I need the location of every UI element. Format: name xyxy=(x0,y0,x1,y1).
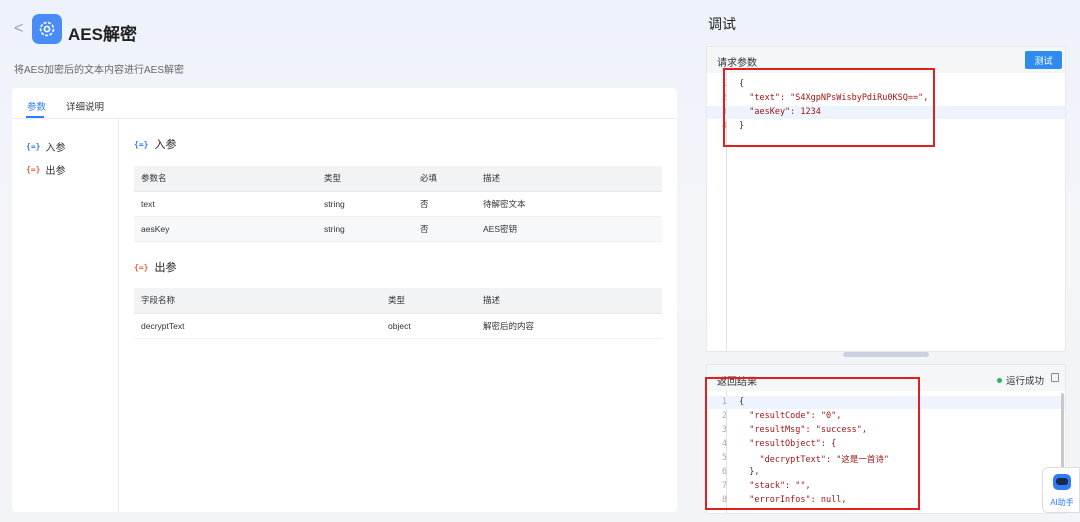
status-text: 运行成功 xyxy=(1006,376,1045,387)
test-button[interactable]: 测试 xyxy=(1025,51,1062,69)
nav-item-output-params[interactable]: {=} 出参 xyxy=(26,162,65,177)
braces-icon: {=} xyxy=(134,139,149,149)
braces-icon: {=} xyxy=(134,262,149,272)
section-title: 出参 xyxy=(154,262,177,274)
table-header-row: 参数名 类型 必填 描述 xyxy=(134,166,662,192)
status-dot-icon xyxy=(997,377,1002,383)
tab-bar: 参数 详细说明 xyxy=(12,88,677,119)
nav-item-input-params[interactable]: {=} 入参 xyxy=(26,139,65,154)
params-card: 参数 详细说明 {=} 入参 {=} 出参 {=} 入参 参数名 类型 必填 描… xyxy=(12,88,677,512)
table-header-row: 字段名称 类型 描述 xyxy=(134,288,662,314)
column-header: 类型 xyxy=(317,166,413,192)
column-header: 参数名 xyxy=(134,166,317,192)
output-params-table: 字段名称 类型 描述 decryptText object 解密后的内容 xyxy=(134,288,662,339)
input-section-title: {=} 入参 xyxy=(134,136,176,152)
ai-assistant-label: AI助手 xyxy=(1050,498,1074,507)
column-header: 描述 xyxy=(476,166,662,192)
table-row: text string 否 待解密文本 xyxy=(134,191,662,217)
annotation-box-request xyxy=(723,68,935,147)
table-cell: 否 xyxy=(413,216,476,242)
braces-icon: {=} xyxy=(26,142,41,151)
nav-item-label: 出参 xyxy=(45,166,66,177)
run-status: 运行成功 xyxy=(997,373,1044,387)
braces-icon: {=} xyxy=(26,165,41,174)
ai-assistant-button[interactable]: AI助手 xyxy=(1042,467,1080,513)
column-header: 描述 xyxy=(476,288,662,314)
page-title: AES解密 xyxy=(68,25,137,44)
column-header: 字段名称 xyxy=(134,288,381,314)
output-section-title: {=} 出参 xyxy=(134,259,176,275)
table-cell: string xyxy=(317,191,413,217)
request-label: 请求参数 xyxy=(717,58,757,69)
column-header: 必填 xyxy=(413,166,476,192)
robot-icon xyxy=(1053,474,1071,490)
input-params-table: 参数名 类型 必填 描述 text string 否 待解密文本 aesKey … xyxy=(134,166,662,242)
table-cell: text xyxy=(134,191,317,217)
section-nav: {=} 入参 {=} 出参 xyxy=(12,119,119,512)
table-cell: string xyxy=(317,216,413,242)
table-cell: aesKey xyxy=(134,216,317,242)
table-cell: object xyxy=(381,313,476,339)
table-cell: 解密后的内容 xyxy=(476,313,662,339)
table-row: decryptText object 解密后的内容 xyxy=(134,313,662,339)
table-cell: decryptText xyxy=(134,313,381,339)
page-description: 将AES加密后的文本内容进行AES解密 xyxy=(14,65,185,76)
nav-item-label: 入参 xyxy=(45,143,66,154)
back-icon[interactable]: < xyxy=(14,20,23,38)
copy-icon[interactable] xyxy=(1051,373,1059,382)
gear-icon xyxy=(32,14,62,44)
table-cell: AES密钥 xyxy=(476,216,662,242)
tab-params[interactable]: 参数 xyxy=(27,99,46,113)
section-title: 入参 xyxy=(154,139,177,151)
panel-resize-handle[interactable] xyxy=(843,352,929,357)
column-header: 类型 xyxy=(381,288,476,314)
tab-details[interactable]: 详细说明 xyxy=(66,99,104,113)
debug-title: 调试 xyxy=(708,16,736,32)
table-row: aesKey string 否 AES密钥 xyxy=(134,216,662,242)
table-cell: 待解密文本 xyxy=(476,191,662,217)
table-cell: 否 xyxy=(413,191,476,217)
annotation-box-result xyxy=(705,377,920,510)
active-tab-indicator xyxy=(26,116,44,118)
